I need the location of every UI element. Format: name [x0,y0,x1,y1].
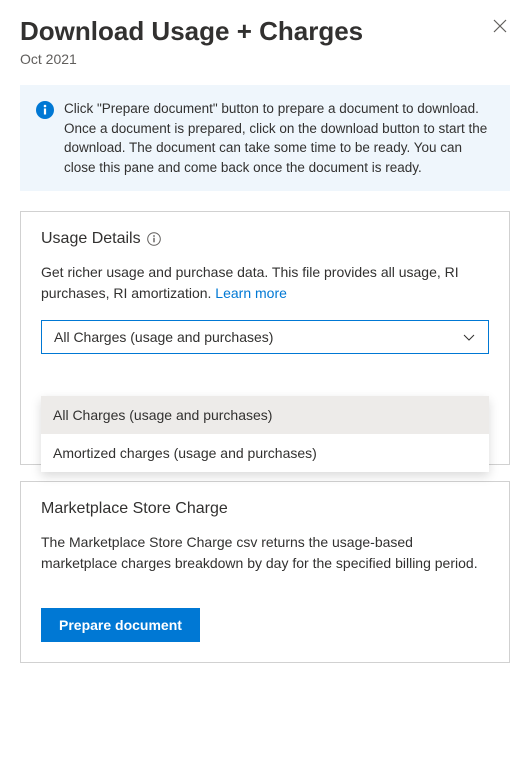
prepare-document-button[interactable]: Prepare document [41,608,200,642]
info-banner-text: Click "Prepare document" button to prepa… [64,99,494,177]
learn-more-link[interactable]: Learn more [215,285,287,301]
usage-details-description: Get richer usage and purchase data. This… [41,262,489,304]
marketplace-title-text: Marketplace Store Charge [41,500,228,518]
marketplace-title: Marketplace Store Charge [41,500,489,518]
info-icon [36,101,54,119]
page-title: Download Usage + Charges [20,16,363,47]
usage-details-title-text: Usage Details [41,230,141,248]
chevron-down-icon [462,330,476,344]
page-subtitle: Oct 2021 [20,51,510,67]
info-icon[interactable] [147,232,161,246]
marketplace-card: Marketplace Store Charge The Marketplace… [20,481,510,663]
dropdown-option-amortized[interactable]: Amortized charges (usage and purchases) [41,434,489,472]
charges-dropdown-selected: All Charges (usage and purchases) [54,329,273,345]
usage-details-card: Usage Details Get richer usage and purch… [20,211,510,465]
marketplace-description: The Marketplace Store Charge csv returns… [41,532,489,574]
charges-dropdown[interactable]: All Charges (usage and purchases) [41,320,489,354]
close-icon[interactable] [490,16,510,39]
dropdown-option-all-charges[interactable]: All Charges (usage and purchases) [41,396,489,434]
usage-details-title: Usage Details [41,230,489,248]
charges-dropdown-list: All Charges (usage and purchases) Amorti… [41,396,489,472]
info-banner: Click "Prepare document" button to prepa… [20,85,510,191]
